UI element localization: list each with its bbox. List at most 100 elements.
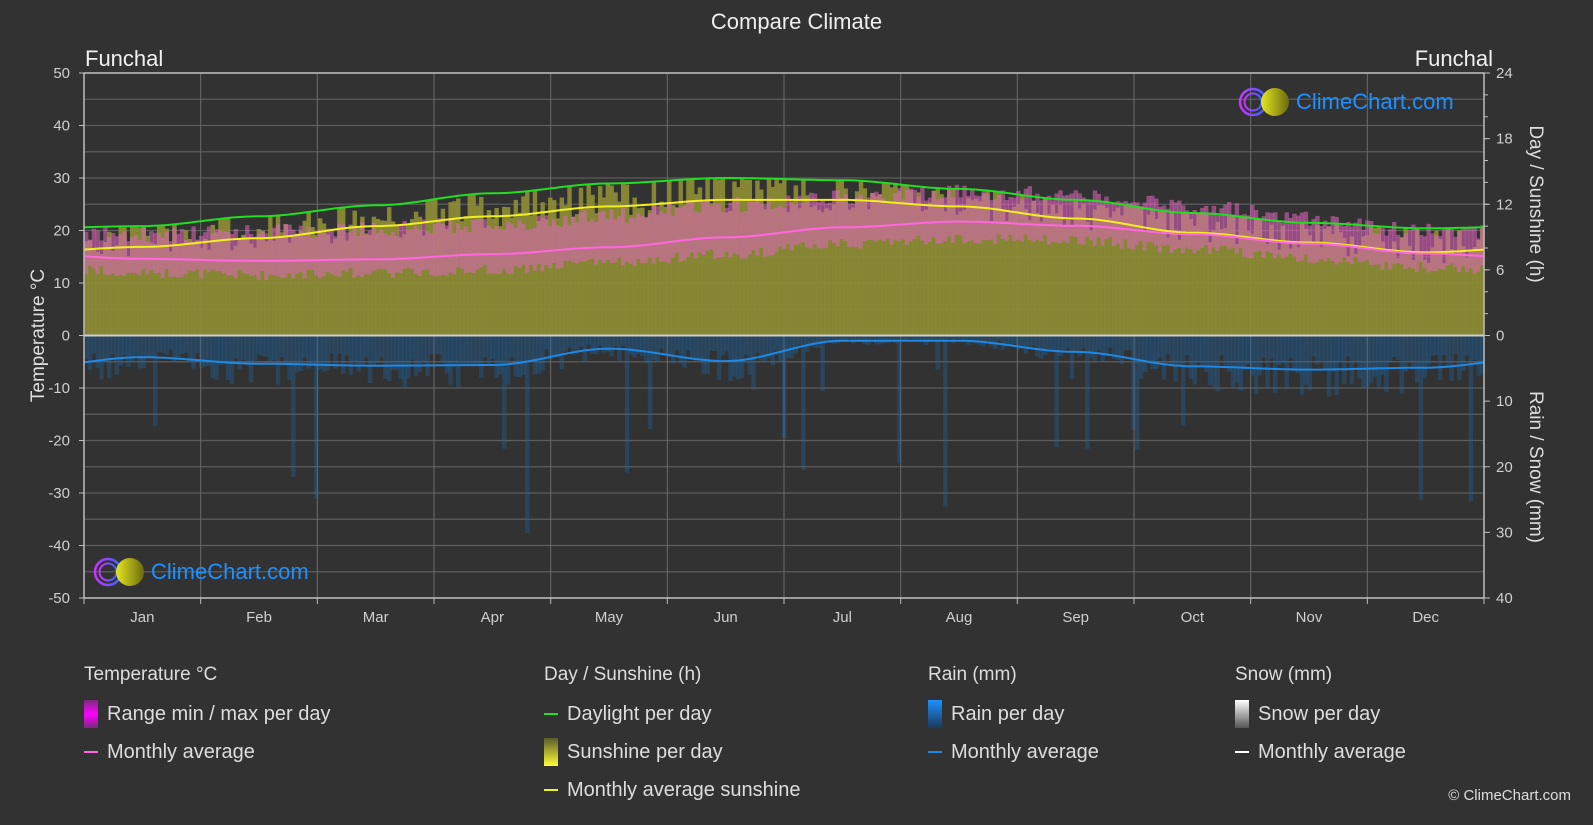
rain-bar [107, 335, 112, 379]
temp-range-bar [294, 233, 300, 274]
left-tick-label: 30 [53, 170, 70, 187]
rain-bar [294, 335, 300, 373]
rain-bar [1142, 335, 1148, 372]
rain-bar [1288, 335, 1293, 358]
rain-bar [279, 335, 285, 358]
rain-bar [1276, 335, 1282, 365]
temp-range-bar [360, 222, 365, 277]
line-swatch-icon [544, 713, 558, 715]
sunshine-bar [1411, 259, 1416, 336]
logo-text: ClimeChart.com [151, 559, 309, 584]
month-label: Mar [363, 609, 389, 626]
temp-range-bar [1008, 196, 1013, 236]
sunshine-bar [1292, 242, 1297, 336]
temp-range-bar [778, 205, 783, 247]
temp-range-bar [352, 225, 357, 278]
temp-range-bar [544, 215, 549, 265]
rain-bar [1250, 335, 1255, 376]
left-tick-label: 50 [53, 65, 70, 82]
rain-bar [421, 335, 426, 363]
rain-bar [620, 335, 626, 346]
temp-range-bar [1146, 195, 1151, 243]
rain-bar [1165, 335, 1171, 355]
temp-range-bar [1292, 213, 1297, 257]
sunshine-bar [1441, 263, 1447, 336]
sunshine-bar [1353, 253, 1359, 336]
temp-range-bar [1073, 190, 1079, 238]
temp-range-bar [701, 200, 706, 256]
rain-bar [164, 335, 169, 356]
rain-bar [1238, 335, 1243, 391]
rain-bar [540, 335, 545, 371]
rain-bar [950, 335, 956, 344]
rain-bar [1223, 335, 1228, 366]
rain-bar [851, 335, 856, 344]
climechart-logo-icon [93, 557, 144, 587]
legend-item-temp-avg: Monthly average [84, 740, 330, 764]
temp-range-bar [218, 230, 223, 271]
left-tick-label: 40 [53, 118, 70, 135]
rain-bar [444, 335, 449, 374]
rain-bar [1422, 335, 1428, 379]
rain-bar [379, 335, 384, 358]
logo-bottom-left[interactable]: ClimeChart.com [93, 556, 309, 588]
temp-range-bar [340, 223, 346, 271]
month-label: Dec [1412, 609, 1439, 626]
temp-range-bar [962, 185, 967, 244]
temp-range-bar [1177, 200, 1182, 248]
temp-range-bar [912, 189, 917, 240]
rain-bar [1104, 335, 1109, 357]
rain-bar [222, 335, 227, 365]
rain-bar [609, 335, 614, 357]
rain-bar [517, 335, 522, 377]
temp-range-bar [805, 198, 810, 248]
temp-range-bar [1050, 200, 1056, 242]
temp-range-bar [156, 232, 162, 273]
rain-bar [271, 335, 277, 361]
rain-bar [1391, 335, 1397, 358]
temp-range-bar [973, 195, 979, 244]
temp-range-bar [713, 203, 718, 259]
logo-top-right[interactable]: ClimeChart.com [1238, 86, 1454, 118]
temp-range-bar [494, 226, 499, 275]
rain-bar [751, 335, 756, 390]
rain-bar [728, 335, 733, 381]
rain-bar [1476, 335, 1481, 376]
rain-bar [1058, 335, 1063, 357]
temp-range-bar [551, 219, 557, 264]
temp-range-bar [256, 234, 262, 281]
rain-bar [774, 335, 779, 351]
temp-range-bar [1368, 221, 1374, 266]
month-label: Apr [481, 609, 504, 626]
rain-bar [1338, 335, 1343, 361]
sunshine-bar [1422, 259, 1428, 336]
temp-range-bar [110, 232, 116, 274]
rain-bar [417, 335, 423, 373]
temp-range-bar [421, 219, 426, 271]
rain-bar [686, 335, 691, 351]
temp-range-bar [248, 234, 254, 276]
temp-range-bar [317, 229, 323, 279]
left-tick-label: -40 [48, 538, 70, 555]
temp-range-bar [559, 226, 565, 268]
temp-range-bar [555, 225, 561, 269]
temp-range-bar [1035, 193, 1040, 240]
rain-bar [1284, 335, 1289, 390]
temp-range-bar [176, 233, 181, 278]
rain-bar [340, 335, 346, 374]
rain-bar [153, 335, 158, 426]
temp-range-bar [509, 223, 515, 274]
rain-bar [739, 335, 745, 379]
temp-range-bar [954, 184, 960, 235]
rain-bar [1150, 335, 1155, 369]
legend-label: Daylight per day [567, 702, 712, 725]
legend-label: Monthly average [951, 740, 1099, 763]
rain-bar [1042, 335, 1048, 356]
rain-bar [298, 335, 304, 371]
right-rain-tick-label: 30 [1496, 524, 1513, 541]
temp-range-bar [206, 226, 212, 273]
temp-range-bar [398, 223, 403, 273]
temp-range-bar [310, 236, 315, 270]
rain-bar [651, 335, 657, 361]
temp-range-bar [1411, 224, 1416, 269]
